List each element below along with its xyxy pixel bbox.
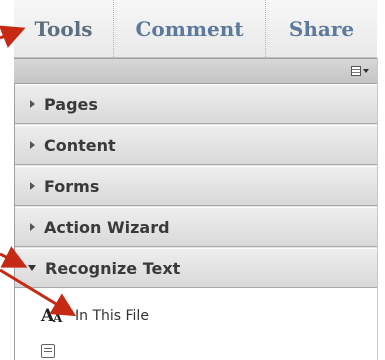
expand-arrow-icon	[30, 141, 35, 149]
tools-panel: Tools Comment Share Pages Content Forms …	[14, 0, 385, 360]
recognize-text-tools: AA In This File	[15, 288, 378, 360]
section-action-wizard[interactable]: Action Wizard	[15, 207, 378, 247]
section-content[interactable]: Content	[15, 125, 378, 165]
section-pages[interactable]: Pages	[15, 84, 378, 124]
left-edge	[0, 0, 14, 360]
collapse-arrow-icon	[28, 265, 36, 271]
tools-pane: Pages Content Forms Action Wizard Recogn…	[14, 84, 378, 360]
section-forms[interactable]: Forms	[15, 166, 378, 206]
tab-bar: Tools Comment Share	[14, 0, 377, 58]
expand-arrow-icon	[30, 100, 35, 108]
section-label: Action Wizard	[44, 217, 170, 237]
section-label: Content	[44, 135, 116, 155]
section-label: Recognize Text	[45, 258, 181, 278]
text-recognition-icon: AA	[41, 306, 63, 326]
document-icon	[41, 344, 55, 358]
scrollbar-edge	[377, 58, 385, 360]
panel-options-button[interactable]	[349, 63, 371, 79]
tool-in-this-file[interactable]: AA In This File	[15, 303, 378, 329]
expand-arrow-icon	[30, 223, 35, 231]
section-label: Forms	[44, 176, 100, 196]
section-label: Pages	[44, 94, 98, 114]
chevron-down-icon	[363, 69, 369, 73]
tab-comment[interactable]: Comment	[114, 0, 266, 57]
list-options-icon	[351, 66, 361, 76]
tool-label: In This File	[75, 308, 149, 324]
panel-toolbar	[14, 58, 377, 84]
tab-tools[interactable]: Tools	[14, 0, 114, 57]
tab-share[interactable]: Share	[266, 0, 377, 57]
section-recognize-text[interactable]: Recognize Text	[15, 248, 378, 288]
expand-arrow-icon	[30, 182, 35, 190]
